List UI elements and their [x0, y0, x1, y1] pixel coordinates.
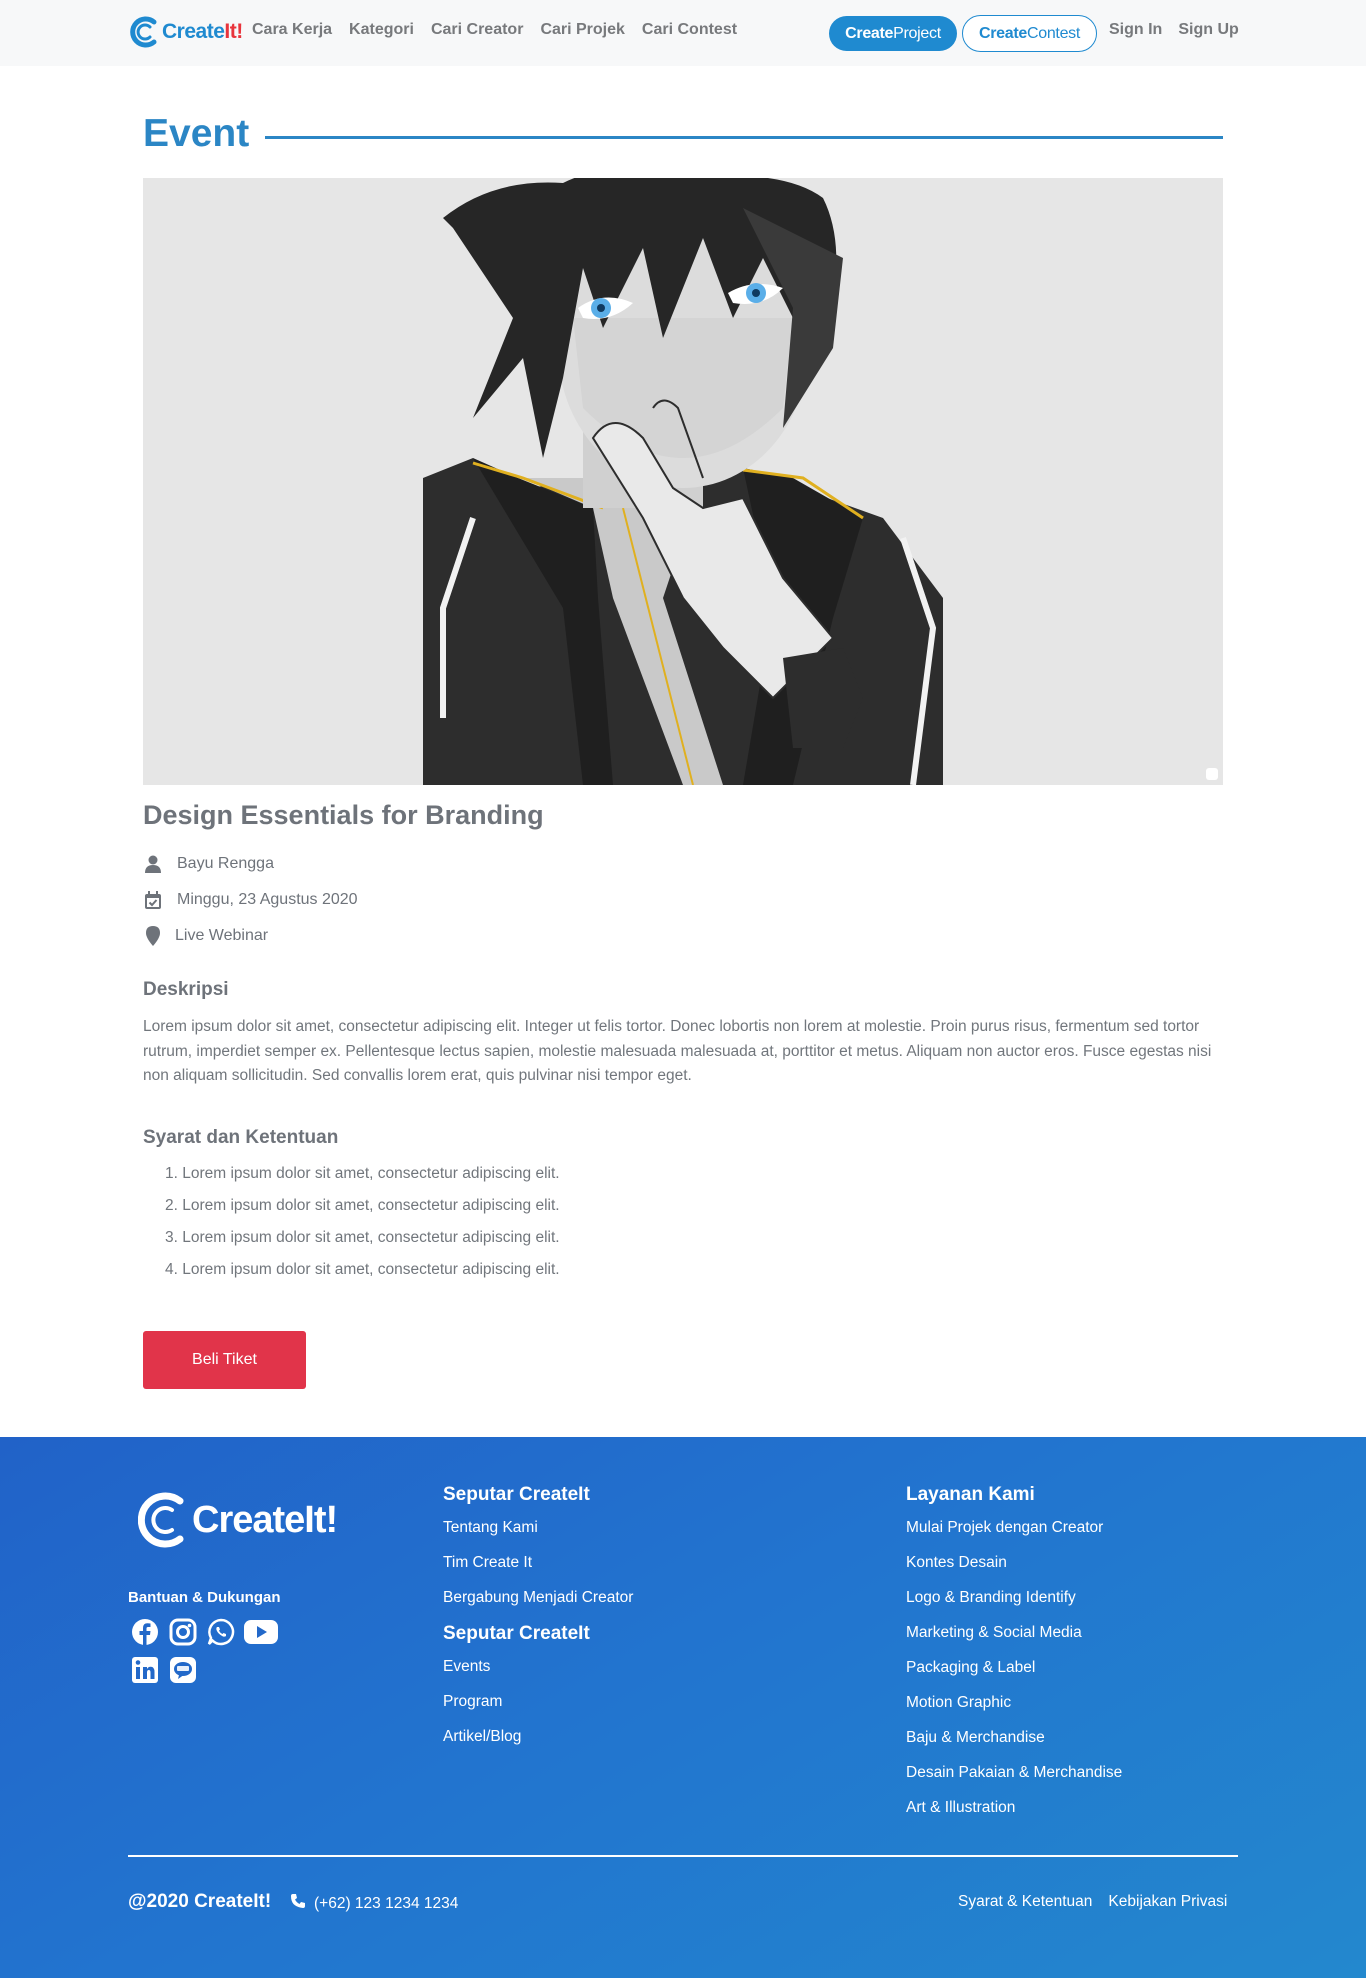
footer-phone: (+62) 123 1234 1234 — [290, 1893, 458, 1914]
whatsapp-icon[interactable] — [206, 1617, 236, 1647]
legal-links: Syarat & Ketentuan Kebijakan Privasi — [958, 1893, 1227, 1911]
event-date: Minggu, 23 Agustus 2020 — [143, 889, 358, 911]
line-icon[interactable] — [168, 1655, 198, 1685]
footer-link-events[interactable]: Events — [443, 1657, 633, 1692]
footer-column-services: Layanan Kami Mulai Projek dengan Creator… — [906, 1484, 1122, 1833]
user-icon — [143, 853, 163, 875]
anime-character-illustration — [143, 178, 1223, 785]
terms-item: 4. Lorem ipsum dolor sit amet, consectet… — [165, 1261, 560, 1278]
phone-icon — [290, 1893, 306, 1914]
footer-link-tentang-kami[interactable]: Tentang Kami — [443, 1518, 633, 1553]
description-text: Lorem ipsum dolor sit amet, consectetur … — [143, 1018, 1212, 1084]
description-heading: Deskripsi — [143, 979, 229, 1000]
footer-link-service[interactable]: Logo & Branding Identify — [906, 1588, 1122, 1623]
footer-link-blog[interactable]: Artikel/Blog — [443, 1727, 633, 1762]
event-date-text: Minggu, 23 Agustus 2020 — [177, 891, 358, 908]
footer-divider — [128, 1855, 1238, 1857]
site-logo[interactable]: CreateIt! — [130, 14, 243, 50]
support-label: Bantuan & Dukungan — [128, 1589, 281, 1606]
footer-link-bergabung[interactable]: Bergabung Menjadi Creator — [443, 1588, 633, 1623]
event-host: Bayu Rengga — [143, 853, 274, 875]
logo-text-part1: Create — [162, 20, 225, 43]
create-project-button[interactable]: Create Project — [829, 16, 957, 51]
linkedin-icon[interactable] — [130, 1655, 160, 1685]
youtube-icon[interactable] — [244, 1617, 278, 1647]
footer-link-service[interactable]: Marketing & Social Media — [906, 1623, 1122, 1658]
phone-number[interactable]: (+62) 123 1234 1234 — [314, 1895, 458, 1913]
page-title: Event — [143, 112, 250, 155]
nav-link-cari-creator[interactable]: Cari Creator — [431, 21, 523, 39]
terms-link[interactable]: Syarat & Ketentuan — [958, 1893, 1092, 1911]
facebook-icon[interactable] — [130, 1617, 160, 1647]
footer-heading: Seputar CreateIt — [443, 1623, 590, 1644]
logo-text-part2: It! — [224, 20, 243, 43]
instagram-icon[interactable] — [168, 1617, 198, 1647]
copyright: @2020 CreateIt! — [128, 1891, 272, 1912]
footer-link-service[interactable]: Desain Pakaian & Merchandise — [906, 1763, 1122, 1798]
footer-link-service[interactable]: Mulai Projek dengan Creator — [906, 1518, 1122, 1553]
calendar-check-icon — [143, 889, 163, 911]
buy-ticket-button[interactable]: Beli Tiket — [143, 1331, 306, 1389]
footer-link-service[interactable]: Packaging & Label — [906, 1658, 1122, 1693]
navbar: CreateIt! Cara Kerja Kategori Cari Creat… — [0, 0, 1366, 66]
footer-link-service[interactable]: Baju & Merchandise — [906, 1728, 1122, 1763]
footer-logo-mark-icon — [138, 1492, 184, 1548]
footer-logo-text: CreateIt! — [192, 1498, 338, 1541]
footer-link-service[interactable]: Kontes Desain — [906, 1553, 1122, 1588]
terms-item: 1. Lorem ipsum dolor sit amet, consectet… — [165, 1165, 560, 1182]
nav-links: Cara Kerja Kategori Cari Creator Cari Pr… — [252, 21, 737, 39]
terms-heading: Syarat dan Ketentuan — [143, 1127, 339, 1148]
terms-item: 2. Lorem ipsum dolor sit amet, consectet… — [165, 1197, 560, 1214]
nav-link-cari-contest[interactable]: Cari Contest — [642, 21, 737, 39]
nav-link-cari-projek[interactable]: Cari Projek — [540, 21, 624, 39]
title-divider — [265, 136, 1223, 139]
sign-in-link[interactable]: Sign In — [1109, 21, 1162, 39]
social-links — [130, 1617, 290, 1685]
footer-logo[interactable]: CreateIt! — [138, 1489, 338, 1551]
event-host-name: Bayu Rengga — [177, 855, 274, 872]
terms-list: 1. Lorem ipsum dolor sit amet, consectet… — [165, 1162, 560, 1290]
terms-item: 3. Lorem ipsum dolor sit amet, consectet… — [165, 1229, 560, 1246]
create-contest-button[interactable]: Create Contest — [962, 15, 1097, 52]
event-banner-image — [143, 178, 1223, 785]
privacy-link[interactable]: Kebijakan Privasi — [1108, 1893, 1227, 1911]
event-location: Live Webinar — [143, 925, 268, 947]
footer-link-service[interactable]: Art & Illustration — [906, 1798, 1122, 1833]
auth-links: Sign In Sign Up — [1109, 21, 1239, 39]
logo-mark-icon — [130, 16, 157, 48]
footer-link-tim[interactable]: Tim Create It — [443, 1553, 633, 1588]
footer-heading: Seputar CreateIt — [443, 1484, 590, 1505]
footer-link-service[interactable]: Motion Graphic — [906, 1693, 1122, 1728]
nav-link-kategori[interactable]: Kategori — [349, 21, 414, 39]
footer-link-program[interactable]: Program — [443, 1692, 633, 1727]
sign-up-link[interactable]: Sign Up — [1178, 21, 1238, 39]
nav-link-cara-kerja[interactable]: Cara Kerja — [252, 21, 332, 39]
footer-heading: Layanan Kami — [906, 1484, 1035, 1505]
event-location-text: Live Webinar — [175, 927, 269, 944]
footer-column-about: Seputar CreateIt Tentang Kami Tim Create… — [443, 1484, 633, 1762]
event-title: Design Essentials for Branding — [143, 800, 544, 830]
map-marker-icon — [143, 925, 163, 947]
